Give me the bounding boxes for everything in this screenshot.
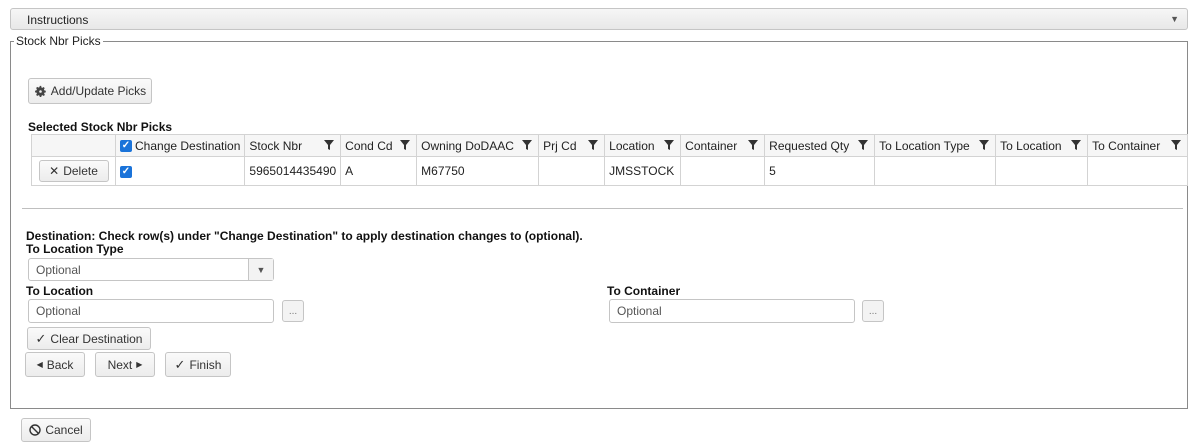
filter-icon[interactable]: [857, 139, 869, 151]
triangle-right-icon: ▶: [136, 360, 143, 369]
delete-button[interactable]: ✕ Delete: [38, 160, 109, 182]
instructions-title: Instructions: [27, 13, 89, 27]
stock-nbr-picks-legend: Stock Nbr Picks: [16, 34, 101, 48]
to-location-lookup-button[interactable]: ...: [282, 300, 304, 322]
change-destination-checkbox[interactable]: ✓: [120, 165, 132, 178]
gear-icon: [34, 85, 46, 97]
to-location-type-select[interactable]: Optional ▼: [28, 258, 274, 281]
table-row: ✕ Delete ✓ 5965014435490 A M67750 JMSSTO…: [31, 156, 1189, 186]
section-divider: [22, 208, 1183, 209]
header-requested-qty[interactable]: Requested Qty: [764, 134, 876, 157]
cell-prj-cd: [538, 156, 606, 186]
select-all-checkbox[interactable]: ✓: [120, 140, 132, 153]
chevron-down-icon[interactable]: ▼: [248, 259, 273, 280]
filter-icon[interactable]: [587, 139, 599, 151]
clear-destination-button[interactable]: ✓ Clear Destination: [27, 327, 151, 350]
filter-icon[interactable]: [521, 139, 533, 151]
filter-icon[interactable]: [663, 139, 675, 151]
selected-stock-picks-label: Selected Stock Nbr Picks: [28, 120, 173, 134]
header-change-destination[interactable]: ✓ Change Destination: [114, 134, 246, 157]
cell-to-container: [1087, 156, 1189, 186]
to-location-type-value: Optional: [36, 262, 81, 277]
header-cond-cd[interactable]: Cond Cd: [340, 134, 418, 157]
cell-cond-cd: A: [340, 156, 418, 186]
change-destination-cell: ✓: [114, 156, 246, 186]
header-prj-cd[interactable]: Prj Cd: [538, 134, 606, 157]
filter-icon[interactable]: [978, 139, 990, 151]
cell-container: [680, 156, 766, 186]
header-stock-nbr[interactable]: Stock Nbr: [244, 134, 342, 157]
cell-to-location: [995, 156, 1089, 186]
filter-icon[interactable]: [1170, 139, 1182, 151]
header-to-location[interactable]: To Location: [995, 134, 1089, 157]
back-label: Back: [46, 357, 74, 372]
header-action: [31, 134, 116, 157]
header-container[interactable]: Container: [680, 134, 766, 157]
add-update-picks-label: Add/Update Picks: [50, 84, 147, 98]
filter-icon[interactable]: [1070, 139, 1082, 151]
check-icon: ✓: [174, 356, 186, 372]
selected-picks-table: ✓ Change Destination Stock Nbr Cond Cd Ow…: [31, 134, 1189, 186]
cell-requested-qty: 5: [764, 156, 876, 186]
clear-destination-label: Clear Destination: [50, 331, 143, 346]
filter-icon[interactable]: [323, 139, 335, 151]
to-container-input[interactable]: Optional: [609, 299, 855, 323]
next-label: Next: [107, 357, 133, 372]
to-location-label: To Location: [26, 284, 94, 298]
to-container-label: To Container: [607, 284, 681, 298]
next-button[interactable]: Next ▶: [95, 352, 155, 377]
prohibited-icon: [29, 424, 42, 436]
header-location[interactable]: Location: [604, 134, 682, 157]
check-icon: ✓: [35, 330, 47, 346]
header-to-location-type[interactable]: To Location Type: [874, 134, 997, 157]
instructions-panel-header[interactable]: Instructions ▼: [10, 8, 1188, 30]
cell-stock-nbr: 5965014435490: [244, 156, 342, 186]
finish-label: Finish: [189, 357, 222, 372]
cancel-label: Cancel: [45, 423, 83, 437]
cell-owning-dodaac: M67750: [416, 156, 540, 186]
finish-button[interactable]: ✓ Finish: [165, 352, 231, 377]
table-header-row: ✓ Change Destination Stock Nbr Cond Cd Ow…: [31, 134, 1189, 157]
cell-location: JMSSTOCK: [604, 156, 682, 186]
cancel-button[interactable]: Cancel: [21, 418, 91, 442]
row-action-cell: ✕ Delete: [31, 156, 116, 186]
cell-to-location-type: [874, 156, 997, 186]
to-location-input[interactable]: Optional: [28, 299, 274, 323]
filter-icon[interactable]: [747, 139, 759, 151]
header-to-container[interactable]: To Container: [1087, 134, 1189, 157]
close-icon: ✕: [49, 164, 60, 178]
delete-label: Delete: [63, 164, 98, 178]
expand-caret-icon[interactable]: ▼: [1170, 14, 1179, 24]
filter-icon[interactable]: [399, 139, 411, 151]
back-button[interactable]: ◀ Back: [25, 352, 85, 377]
header-owning-dodaac[interactable]: Owning DoDAAC: [416, 134, 540, 157]
triangle-left-icon: ◀: [36, 360, 43, 369]
to-location-type-label: To Location Type: [26, 242, 124, 256]
to-container-lookup-button[interactable]: ...: [862, 300, 884, 322]
add-update-picks-button[interactable]: Add/Update Picks: [28, 78, 152, 104]
destination-note: Destination: Check row(s) under "Change …: [26, 229, 583, 243]
